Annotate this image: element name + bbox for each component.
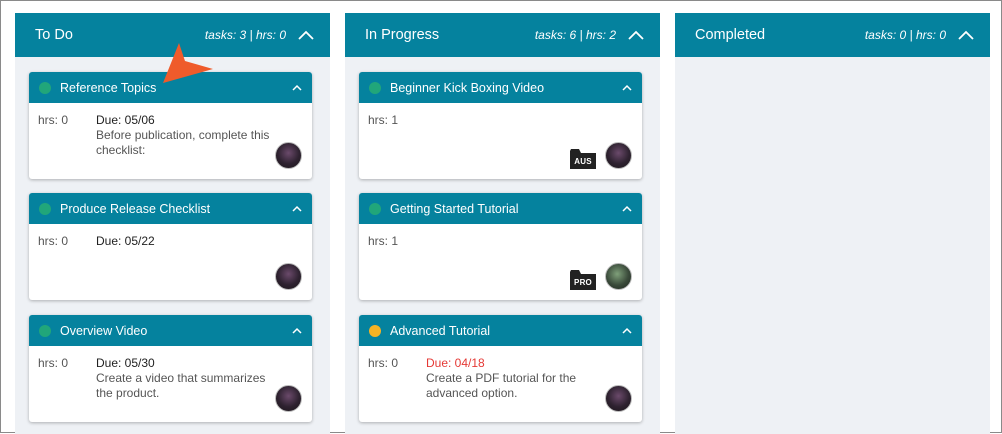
status-dot: [39, 202, 51, 215]
card-description: Before publication, complete this checkl…: [96, 128, 270, 157]
kanban-board: To Do tasks: 3 | hrs: 0 Reference Topics…: [0, 0, 1002, 434]
card-hours: hrs: 1: [368, 234, 399, 248]
chevron-up-icon[interactable]: [292, 327, 302, 334]
avatar[interactable]: [275, 142, 302, 169]
card-description: Create a video that summarizes the produ…: [96, 371, 266, 400]
card-body: hrs: 0 Due: 05/30 Create a video that su…: [29, 346, 312, 422]
avatar[interactable]: [605, 385, 632, 412]
card-header[interactable]: Advanced Tutorial: [359, 315, 642, 346]
column-title: Completed: [695, 27, 766, 43]
card-title: Beginner Kick Boxing Video: [390, 80, 545, 95]
folder-tag-icon[interactable]: PRO: [570, 268, 596, 290]
chevron-up-icon[interactable]: [622, 84, 632, 91]
chevron-up-icon[interactable]: [622, 327, 632, 334]
status-dot: [369, 81, 381, 94]
card-due-date: Due: 04/18: [426, 356, 485, 370]
status-dot: [369, 202, 381, 215]
card-hours: hrs: 1: [368, 113, 399, 127]
card-due-date: Due: 05/22: [96, 234, 155, 248]
folder-tag-icon[interactable]: AUS: [570, 147, 596, 169]
card-description: Create a PDF tutorial for the advanced o…: [426, 371, 577, 400]
card-hours: hrs: 0: [38, 356, 69, 370]
card-body: hrs: 1 AUS: [359, 103, 642, 179]
card-hours: hrs: 0: [38, 234, 69, 248]
arrow-pointer-icon: [163, 43, 213, 83]
card-title: Overview Video: [60, 323, 148, 338]
card-title: Advanced Tutorial: [390, 323, 491, 338]
status-dot: [39, 81, 51, 94]
card-title: Getting Started Tutorial: [390, 201, 519, 216]
chevron-up-icon[interactable]: [292, 205, 302, 212]
card-hours: hrs: 0: [368, 356, 399, 370]
chevron-up-icon[interactable]: [622, 205, 632, 212]
task-card[interactable]: Advanced Tutorial hrs: 0 Due: 04/18 Crea…: [359, 315, 642, 422]
card-hours: hrs: 0: [38, 113, 69, 127]
avatar[interactable]: [605, 142, 632, 169]
chevron-up-icon[interactable]: [628, 30, 644, 40]
chevron-up-icon[interactable]: [958, 30, 974, 40]
card-due-date: Due: 05/30: [96, 356, 155, 370]
status-dot: [369, 324, 381, 337]
card-body: hrs: 0 Due: 04/18 Create a PDF tutorial …: [359, 346, 642, 422]
card-header[interactable]: Getting Started Tutorial: [359, 193, 642, 224]
avatar[interactable]: [605, 263, 632, 290]
card-body: hrs: 0 Due: 05/06 Before publication, co…: [29, 103, 312, 179]
card-header[interactable]: Beginner Kick Boxing Video: [359, 72, 642, 103]
column-header[interactable]: In Progress tasks: 6 | hrs: 2: [345, 13, 660, 57]
column-stats: tasks: 3 | hrs: 0: [204, 28, 286, 42]
task-card[interactable]: Overview Video hrs: 0 Due: 05/30 Create …: [29, 315, 312, 422]
card-header[interactable]: Produce Release Checklist: [29, 193, 312, 224]
column-completed: Completed tasks: 0 | hrs: 0: [675, 13, 990, 434]
column-in-progress: In Progress tasks: 6 | hrs: 2 Beginner K…: [345, 13, 660, 434]
column-stats: tasks: 6 | hrs: 2: [534, 28, 616, 42]
task-card[interactable]: Beginner Kick Boxing Video hrs: 1 AUS: [359, 72, 642, 179]
card-due-date: Due: 05/06: [96, 113, 155, 127]
tag-label: AUS: [574, 157, 592, 166]
task-card[interactable]: Produce Release Checklist hrs: 0 Due: 05…: [29, 193, 312, 300]
card-body: hrs: 1 PRO: [359, 224, 642, 300]
avatar[interactable]: [275, 263, 302, 290]
task-card[interactable]: Getting Started Tutorial hrs: 1 PRO: [359, 193, 642, 300]
card-title: Produce Release Checklist: [60, 201, 211, 216]
card-body: hrs: 0 Due: 05/22: [29, 224, 312, 300]
column-title: In Progress: [365, 27, 440, 43]
tag-label: PRO: [574, 278, 592, 287]
column-header[interactable]: Completed tasks: 0 | hrs: 0: [675, 13, 990, 57]
column-stats: tasks: 0 | hrs: 0: [864, 28, 946, 42]
status-dot: [39, 324, 51, 337]
chevron-up-icon[interactable]: [292, 84, 302, 91]
card-header[interactable]: Overview Video: [29, 315, 312, 346]
avatar[interactable]: [275, 385, 302, 412]
chevron-up-icon[interactable]: [298, 30, 314, 40]
